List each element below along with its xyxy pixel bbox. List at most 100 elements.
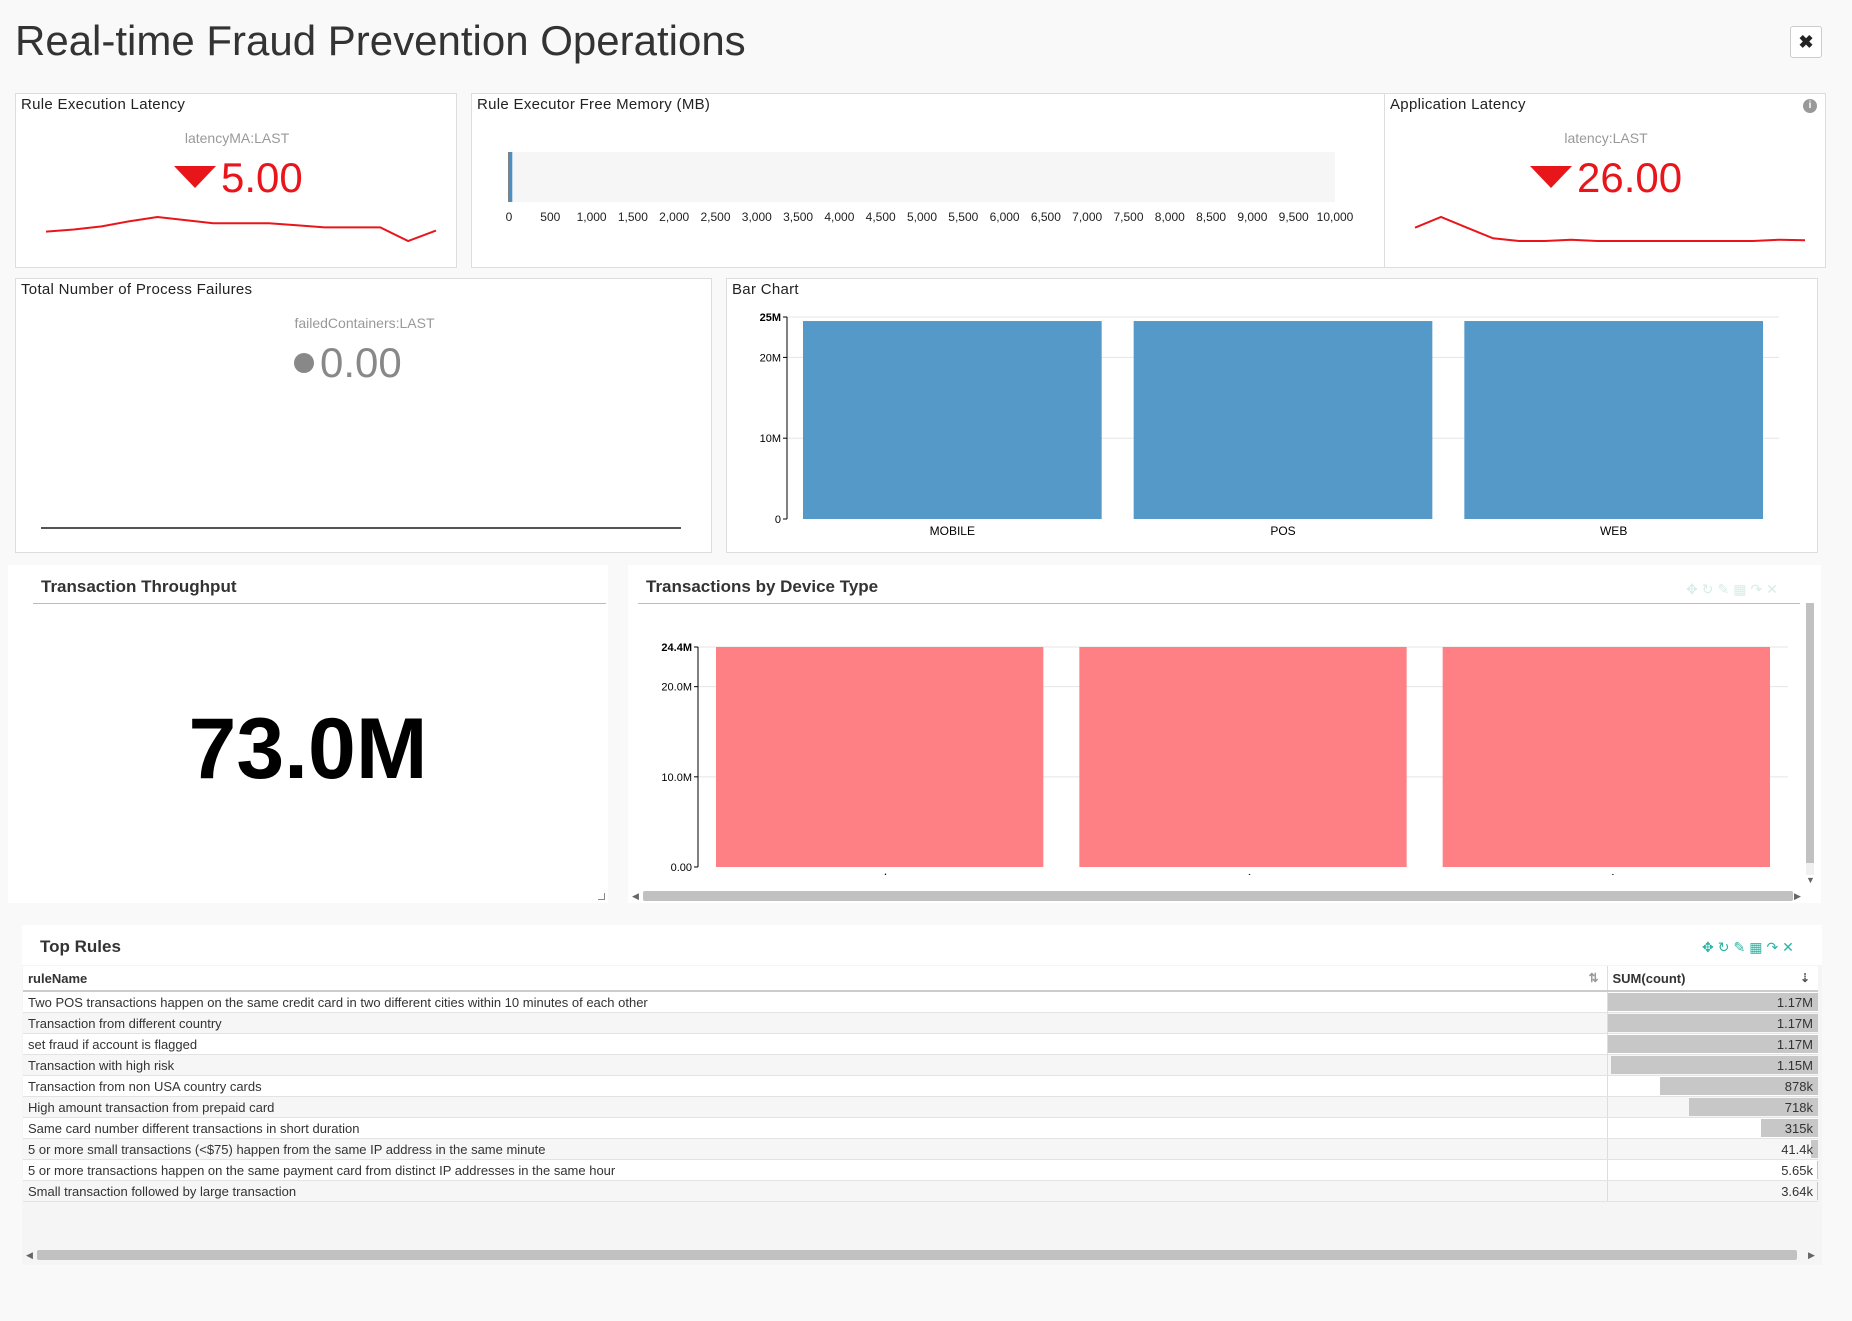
scroll-left-arrow[interactable]: ◀ — [632, 891, 639, 902]
top-rules-header — [22, 925, 1822, 965]
axis-tick-label: 9,000 — [1237, 210, 1267, 224]
table-row[interactable]: Transaction with high risk 1.15M — [23, 1054, 1818, 1076]
bar-pos[interactable] — [1133, 321, 1433, 519]
axis-tick-label: 4,500 — [866, 210, 896, 224]
sum-count-value: 1.17M — [1776, 994, 1813, 1010]
sum-count-cell: 315k — [1606, 1117, 1818, 1139]
table-header-row: ruleName ⇅ SUM(count) ⇣ — [23, 966, 1818, 992]
rule-name-cell: 5 or more small transactions (<$75) happ… — [23, 1138, 1607, 1160]
y-tick-label: 0 — [775, 514, 781, 526]
sum-count-value: 41.4k — [1781, 1141, 1813, 1157]
y-tick-label: 10M — [760, 433, 781, 445]
edit-icon[interactable]: ✎ — [1733, 939, 1745, 956]
x-tick-label: POS — [1604, 871, 1632, 875]
widget-title: Transaction Throughput — [41, 577, 237, 596]
axis-tick-label: 1,000 — [577, 210, 607, 224]
widget-toolbar: ✥ ↻ ✎ ▦ ↷ ✕ — [1702, 939, 1794, 956]
panel-title: Rule Executor Free Memory (MB) — [477, 96, 711, 113]
table-row[interactable]: Small transaction followed by large tran… — [23, 1180, 1818, 1202]
sum-count-cell: 3.64k — [1606, 1180, 1818, 1202]
share-icon[interactable]: ↷ — [1766, 939, 1778, 956]
close-icon[interactable]: ✕ — [1766, 581, 1778, 598]
y-tick-label: 24.4M — [661, 642, 692, 654]
move-icon[interactable]: ✥ — [1686, 581, 1698, 598]
bar-web[interactable] — [1464, 321, 1763, 519]
move-icon[interactable]: ✥ — [1702, 939, 1714, 956]
neutral-dot-icon — [294, 353, 314, 373]
refresh-icon[interactable]: ↻ — [1718, 939, 1730, 956]
kpi-metric-label: latency:LAST — [1564, 130, 1648, 146]
sort-desc-icon[interactable]: ⇣ — [1800, 971, 1810, 985]
scroll-right-arrow[interactable]: ▶ — [1808, 1250, 1815, 1261]
close-icon[interactable]: ✕ — [1782, 939, 1794, 956]
sum-count-cell: 1.17M — [1606, 1033, 1818, 1055]
bar-pos[interactable] — [1442, 647, 1770, 867]
rule-name-cell: Same card number different transactions … — [23, 1117, 1607, 1139]
scroll-left-arrow[interactable]: ◀ — [26, 1250, 33, 1261]
axis-tick-label: 5,500 — [948, 210, 978, 224]
bullet-measure — [509, 152, 513, 202]
device-type-widget: Transactions by Device Type ✥ ↻ ✎ ▦ ↷ ✕ … — [628, 565, 1821, 903]
x-tick-label: MOBILE — [930, 524, 975, 538]
kpi-value: 0.00 — [320, 339, 402, 386]
table-row[interactable]: Transaction from different country 1.17M — [23, 1012, 1818, 1034]
vertical-scrollbar[interactable] — [1806, 603, 1814, 875]
table-row[interactable]: Two POS transactions happen on the same … — [23, 991, 1818, 1013]
axis-tick-label: 7,000 — [1072, 210, 1102, 224]
divider — [33, 603, 606, 604]
value-bar — [1817, 1182, 1818, 1200]
y-tick-label: 0.00 — [671, 862, 692, 874]
rule-name-cell: Two POS transactions happen on the same … — [23, 991, 1607, 1013]
rule-name-cell: Transaction from non USA country cards — [23, 1075, 1607, 1097]
scroll-down-arrow[interactable]: ▼ — [1806, 875, 1815, 885]
kpi-metric-label: failedContainers:LAST — [294, 315, 435, 331]
axis-tick-label: 8,000 — [1155, 210, 1185, 224]
column-header-rulename[interactable]: ruleName ⇅ — [23, 966, 1607, 992]
resize-handle[interactable] — [598, 893, 605, 900]
table-row[interactable]: Same card number different transactions … — [23, 1117, 1818, 1139]
share-icon[interactable]: ↷ — [1750, 581, 1762, 598]
axis-tick-label: 3,000 — [742, 210, 772, 224]
info-icon[interactable]: i — [1803, 99, 1817, 113]
axis-tick-label: 8,500 — [1196, 210, 1226, 224]
table-row[interactable]: Transaction from non USA country cards 87… — [23, 1075, 1818, 1097]
top-rules-table: ruleName ⇅ SUM(count) ⇣ Two POS transactio… — [23, 966, 1818, 1202]
top-rules-widget: Top Rules ✥ ↻ ✎ ▦ ↷ ✕ ruleName ⇅ SUM(coun… — [22, 925, 1822, 1265]
y-tick-label: 20M — [760, 352, 781, 364]
throughput-value: 73.0M — [188, 701, 428, 797]
table-row[interactable]: High amount transaction from prepaid car… — [23, 1096, 1818, 1118]
scroll-right-arrow[interactable]: ▶ — [1794, 891, 1801, 902]
panel-title: Total Number of Process Failures — [21, 281, 253, 298]
widget-title: Top Rules — [40, 937, 121, 956]
table-row[interactable]: set fraud if account is flagged 1.17M — [23, 1033, 1818, 1055]
axis-tick-label: 5,000 — [907, 210, 937, 224]
bar-web[interactable] — [716, 647, 1044, 867]
flat-sparkline — [41, 527, 681, 529]
refresh-icon[interactable]: ↻ — [1702, 581, 1714, 598]
process-failures-panel: Total Number of Process Failures failedC… — [15, 278, 712, 553]
panel-title: Rule Execution Latency — [21, 96, 186, 113]
vertical-scrollbar-thumb[interactable] — [1806, 603, 1814, 863]
sum-count-value: 5.65k — [1781, 1162, 1813, 1178]
edit-icon[interactable]: ✎ — [1717, 581, 1729, 598]
axis-tick-label: 10,000 — [1317, 210, 1354, 224]
table-row[interactable]: 5 or more small transactions (<$75) happ… — [23, 1138, 1818, 1160]
column-header-sum-count[interactable]: SUM(count) ⇣ — [1606, 966, 1818, 992]
kpi-value: 5.00 — [221, 154, 303, 201]
x-tick-label: WEB — [878, 871, 907, 875]
horizontal-scrollbar-thumb[interactable] — [643, 891, 1793, 901]
bar-mobile[interactable] — [803, 321, 1102, 519]
table-icon[interactable]: ▦ — [1733, 581, 1746, 598]
y-tick-label: 25M — [760, 312, 781, 324]
horizontal-scrollbar-thumb[interactable] — [37, 1250, 1797, 1260]
latency-sparkline — [45, 215, 437, 243]
close-dashboard-button[interactable]: ✖ — [1790, 26, 1822, 58]
table-icon[interactable]: ▦ — [1749, 939, 1762, 956]
bar-mobi[interactable] — [1079, 647, 1407, 867]
sum-count-cell: 41.4k — [1606, 1138, 1818, 1160]
axis-tick-label: 1,500 — [618, 210, 648, 224]
table-row[interactable]: 5 or more transactions happen on the sam… — [23, 1159, 1818, 1181]
sort-icon[interactable]: ⇅ — [1588, 971, 1598, 985]
axis-tick-label: 0 — [506, 210, 513, 224]
widget-title: Transactions by Device Type — [646, 577, 879, 596]
